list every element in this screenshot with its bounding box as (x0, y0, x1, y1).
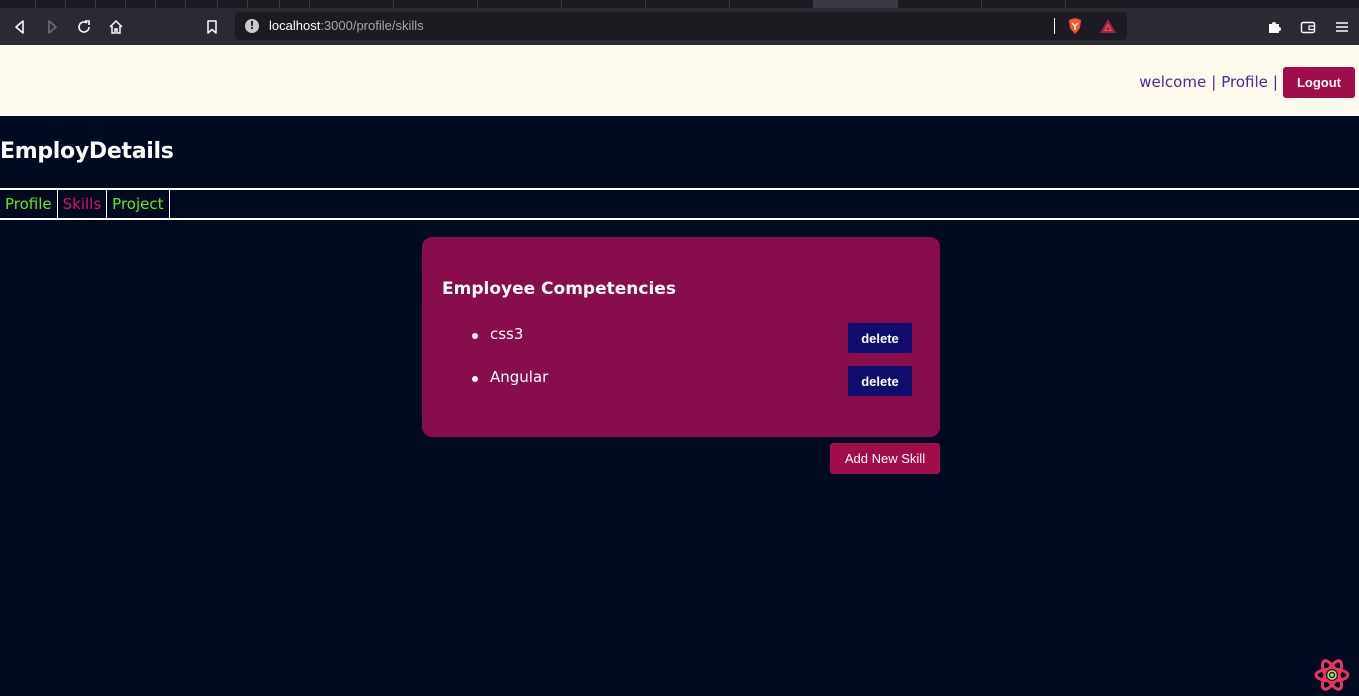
browser-tab[interactable] (730, 0, 814, 8)
browser-tab[interactable] (394, 0, 478, 8)
nav-separator: | (1211, 72, 1217, 91)
nav-separator: | (1272, 72, 1278, 91)
top-nav: welcome | Profile | Logout (1139, 65, 1355, 98)
browser-tab[interactable] (218, 0, 248, 8)
browser-tab[interactable] (36, 0, 66, 8)
home-icon[interactable] (104, 15, 128, 39)
tab-profile[interactable]: Profile (0, 190, 58, 218)
bullet (472, 333, 478, 339)
browser-tab[interactable] (982, 0, 1066, 8)
browser-tab[interactable] (478, 0, 562, 8)
browser-tab[interactable] (562, 0, 646, 8)
browser-tab[interactable] (248, 0, 280, 8)
delete-skill-button[interactable]: delete (848, 366, 912, 396)
browser-tab[interactable] (186, 0, 218, 8)
back-icon[interactable] (8, 15, 32, 39)
browser-tab[interactable] (646, 0, 730, 8)
skills-card: Employee Competencies css3 delete Angula… (422, 237, 940, 437)
logout-button[interactable]: Logout (1282, 67, 1355, 98)
site-info-icon[interactable]: ! (245, 19, 259, 33)
browser-toolbar: ! localhost:3000/profile/skills (0, 8, 1359, 45)
url-path: :3000/profile/skills (320, 18, 424, 33)
bullet (472, 376, 478, 382)
browser-tab[interactable] (156, 0, 186, 8)
menu-icon[interactable] (1330, 15, 1354, 39)
browser-tab[interactable] (96, 0, 126, 8)
card-title: Employee Competencies (442, 279, 676, 299)
wallet-icon[interactable] (1296, 15, 1320, 39)
browser-tab[interactable] (898, 0, 982, 8)
extensions-icon[interactable] (1262, 15, 1286, 39)
brave-rewards-icon[interactable] (1099, 18, 1117, 34)
skill-name: css3 (490, 325, 524, 343)
tab-skills[interactable]: Skills (58, 190, 108, 218)
url-divider (1054, 18, 1055, 34)
brave-shields-icon[interactable] (1066, 17, 1084, 35)
browser-tab-active[interactable] (814, 0, 898, 8)
address-bar[interactable]: ! localhost:3000/profile/skills (235, 12, 1127, 40)
list-item: Angular delete (422, 366, 940, 396)
app-title: EmployDetails (0, 139, 174, 164)
browser-tab[interactable] (66, 0, 96, 8)
browser-tab[interactable] (0, 0, 36, 8)
profile-link[interactable]: Profile (1221, 73, 1268, 91)
section-tabs: Profile Skills Project (0, 188, 1359, 220)
browser-tab[interactable] (126, 0, 156, 8)
browser-tab[interactable] (280, 0, 310, 8)
url-text[interactable]: localhost:3000/profile/skills (269, 18, 424, 33)
react-devtools-icon[interactable] (1313, 656, 1351, 694)
browser-tab[interactable] (310, 0, 394, 8)
delete-skill-button[interactable]: delete (848, 323, 912, 353)
tab-project[interactable]: Project (107, 190, 170, 218)
forward-icon[interactable] (40, 15, 64, 39)
top-header: welcome | Profile | Logout (0, 45, 1359, 116)
reload-icon[interactable] (72, 15, 96, 39)
bookmark-icon[interactable] (200, 15, 224, 39)
url-host: localhost (269, 18, 321, 33)
list-item: css3 delete (422, 323, 940, 353)
add-new-skill-button[interactable]: Add New Skill (830, 443, 940, 474)
welcome-link[interactable]: welcome (1139, 73, 1206, 91)
browser-tab-strip[interactable] (0, 0, 1359, 8)
skill-name: Angular (490, 368, 549, 386)
